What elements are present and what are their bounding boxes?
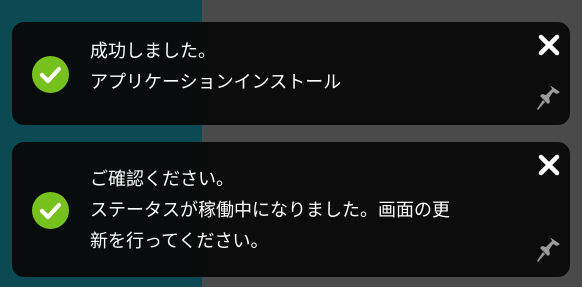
toast-message: 成功しました。 アプリケーションインストール — [90, 36, 341, 98]
toast-notification: 成功しました。 アプリケーションインストール — [12, 22, 570, 125]
toast-message-line: ご確認ください。 — [90, 169, 234, 190]
close-icon[interactable] — [538, 34, 560, 56]
check-circle-icon — [32, 192, 69, 229]
toast-notification: ご確認ください。 ステータスが稼働中になりました。画面の更 新を行ってください。 — [12, 142, 570, 277]
pin-icon[interactable] — [536, 82, 562, 112]
check-circle-icon — [32, 56, 69, 93]
toast-message: ご確認ください。 ステータスが稼働中になりました。画面の更 新を行ってください。 — [90, 164, 450, 257]
close-icon[interactable] — [538, 154, 560, 176]
toast-message-line: 新を行ってください。 — [90, 231, 269, 252]
toast-message-line: ステータスが稼働中になりました。画面の更 — [90, 200, 450, 221]
pin-icon[interactable] — [536, 234, 562, 264]
toast-message-line: アプリケーションインストール — [90, 72, 342, 93]
toast-message-line: 成功しました。 — [90, 41, 216, 62]
